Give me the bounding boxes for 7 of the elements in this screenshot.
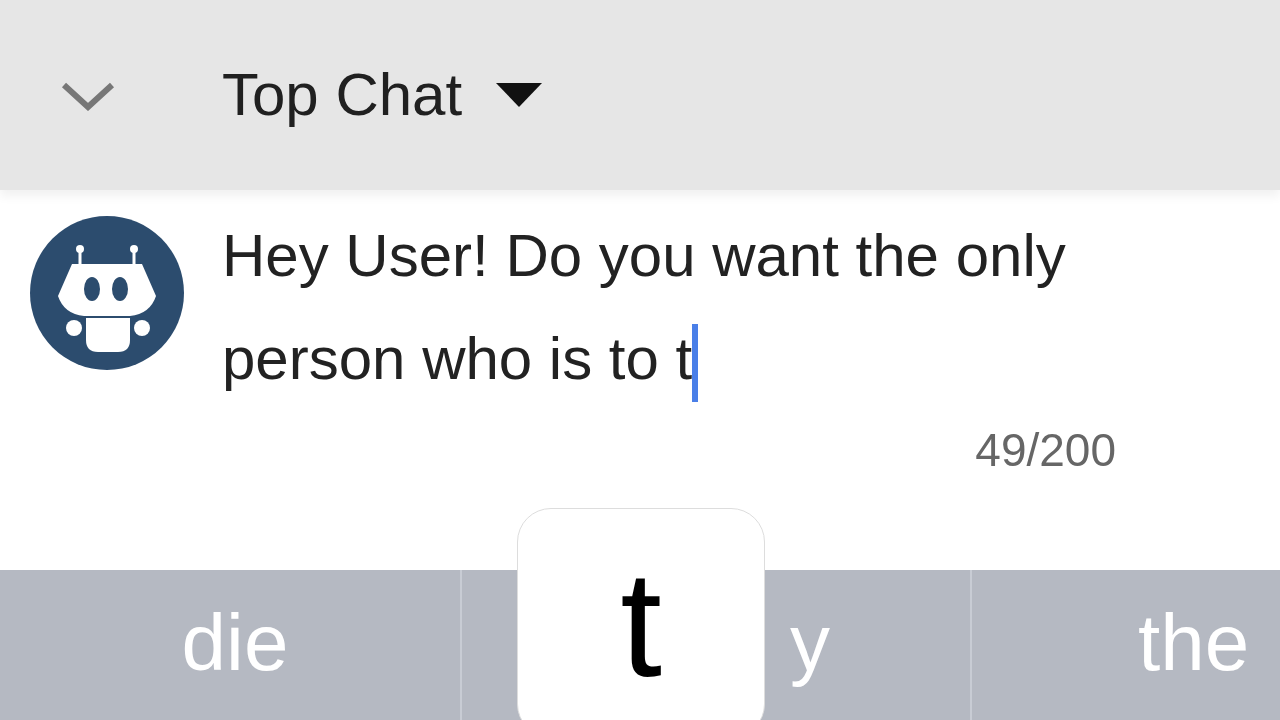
key-preview-popup: t — [517, 508, 765, 720]
character-counter: 49/200 — [975, 423, 1116, 478]
message-input[interactable]: Hey User! Do you want the only person who is to t — [222, 204, 1182, 410]
word-suggestion[interactable]: y — [790, 583, 830, 703]
word-suggestion[interactable]: die — [181, 583, 289, 703]
chat-mode-dropdown[interactable]: Top Chat — [222, 50, 543, 140]
word-suggestion[interactable]: the — [1138, 583, 1250, 703]
